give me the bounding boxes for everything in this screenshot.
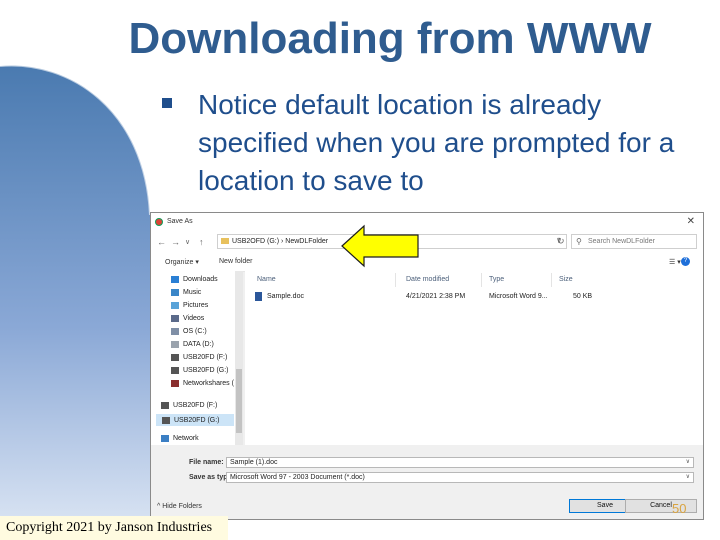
search-box[interactable]: ⚲ Search NewDLFolder [571, 234, 697, 249]
sidebar-item-usb-f-root[interactable]: USB20FD (F:) [161, 399, 217, 411]
bullet-text: Notice default location is already speci… [198, 89, 675, 196]
sidebar-item-networkshares[interactable]: Networkshares ( [171, 377, 234, 389]
folder-icon [221, 238, 229, 244]
file-name-value: Sample (1).doc [230, 459, 278, 466]
network-drive-icon [171, 379, 179, 387]
save-type-value: Microsoft Word 97 - 2003 Document (*.doc… [230, 474, 365, 481]
save-as-dialog: Save As ✕ ← → ∨ ↑ USB2OFD (G:) › NewDLFo… [150, 212, 704, 520]
sidebar-item-label: Networkshares ( [183, 379, 234, 387]
hide-folders-button[interactable]: ^ Hide Folders [157, 503, 202, 510]
sidebar-item-label: DATA (D:) [183, 340, 214, 348]
music-icon [171, 288, 179, 296]
sidebar-scrollbar[interactable] [235, 271, 243, 445]
back-arrow-icon[interactable]: ← [157, 237, 166, 247]
network-icon [161, 434, 169, 442]
copyright-footer: Copyright 2021 by Janson Industries [0, 516, 228, 540]
help-icon[interactable]: ? [681, 257, 690, 266]
sidebar-item-usb-g[interactable]: USB20FD (G:) [171, 364, 229, 376]
file-row[interactable]: Sample.doc 4/21/2021 2:38 PM Microsoft W… [251, 291, 593, 303]
sidebar-item-label: Pictures [183, 301, 209, 309]
column-divider [481, 273, 482, 287]
sidebar-item-usb-f[interactable]: USB20FD (F:) [171, 351, 227, 363]
forward-arrow-icon[interactable]: → [171, 237, 180, 247]
view-options-icon[interactable]: ☰ ▾ [669, 258, 681, 266]
dialog-footer: File name: Sample (1).doc ∨ Save as type… [151, 445, 703, 519]
chevron-down-icon[interactable]: ∨ [686, 458, 690, 465]
sidebar-item-label: Music [183, 288, 202, 296]
column-divider [551, 273, 552, 287]
chevron-down-icon[interactable]: ∨ [686, 473, 690, 480]
dialog-title: Save As [167, 218, 193, 225]
scrollbar-thumb[interactable] [236, 369, 242, 433]
close-icon[interactable]: ✕ [687, 216, 695, 227]
sidebar-item-data-d[interactable]: DATA (D:) [171, 338, 214, 350]
column-header-size[interactable]: Size [559, 276, 573, 283]
search-placeholder: Search NewDLFolder [588, 238, 655, 245]
sidebar-item-label: USB20FD (G:) [174, 416, 220, 424]
square-bullet-icon [162, 98, 172, 108]
column-header-date[interactable]: Date modified [406, 276, 449, 283]
usb-icon [171, 366, 179, 374]
usb-icon [161, 401, 169, 409]
file-name-label: File name: [189, 459, 224, 466]
column-divider [395, 273, 396, 287]
file-list: Name Date modified Type Size Sample.doc … [245, 271, 703, 445]
usb-icon [171, 353, 179, 361]
sidebar-item-pictures[interactable]: Pictures [171, 299, 208, 311]
pictures-icon [171, 301, 179, 309]
recent-chevron-down-icon[interactable]: ∨ [185, 238, 190, 246]
left-arrow-callout-icon [341, 224, 419, 268]
sidebar-item-label: Network [173, 434, 199, 442]
new-folder-button[interactable]: New folder [219, 258, 252, 265]
hide-folders-label: Hide Folders [162, 503, 202, 510]
column-header-name[interactable]: Name [257, 276, 276, 283]
refresh-icon[interactable]: ↻ [557, 236, 565, 247]
word-document-icon [255, 292, 262, 301]
sidebar-item-label: USB20FD (G:) [183, 366, 229, 374]
file-date: 4/21/2021 2:38 PM [406, 293, 466, 300]
search-icon: ⚲ [576, 237, 582, 246]
sidebar-item-os-c[interactable]: OS (C:) [171, 325, 207, 337]
file-name-input[interactable]: Sample (1).doc ∨ [226, 457, 694, 468]
drive-icon [171, 340, 179, 348]
slide-title: Downloading from WWW [128, 14, 652, 63]
bullet-point: Notice default location is already speci… [162, 86, 696, 200]
sidebar-item-videos[interactable]: Videos [171, 312, 204, 324]
sidebar-item-label: Downloads [183, 275, 218, 283]
drive-icon [171, 327, 179, 335]
file-size: 50 KB [573, 293, 593, 300]
download-icon [171, 275, 179, 283]
usb-icon [162, 416, 170, 424]
sidebar-item-label: OS (C:) [183, 327, 207, 335]
sidebar-item-downloads[interactable]: Downloads [171, 273, 218, 285]
column-header-type[interactable]: Type [489, 276, 504, 283]
sidebar-item-label: Videos [183, 314, 205, 322]
sidebar-item-label: USB20FD (F:) [183, 353, 228, 361]
navigation-bar: ← → ∨ ↑ USB2OFD (G:) › NewDLFolder ∨ ↻ ⚲… [151, 231, 703, 253]
file-type: Microsoft Word 9... [489, 293, 548, 300]
address-path: USB2OFD (G:) › NewDLFolder [232, 238, 329, 245]
save-type-select[interactable]: Microsoft Word 97 - 2003 Document (*.doc… [226, 472, 694, 483]
dialog-toolbar: Organize ▾ New folder ☰ ▾ ? [151, 253, 703, 272]
videos-icon [171, 314, 179, 322]
sidebar-item-music[interactable]: Music [171, 286, 201, 298]
sidebar-item-usb-g-root[interactable]: USB20FD (G:) [156, 414, 234, 426]
navigation-pane: Downloads Music Pictures Videos OS (C:) … [151, 271, 243, 445]
file-name: Sample.doc [267, 293, 304, 300]
up-arrow-icon[interactable]: ↑ [199, 237, 204, 247]
sidebar-item-label: USB20FD (F:) [173, 401, 218, 409]
page-number: 50 [672, 501, 687, 516]
dialog-titlebar: Save As ✕ [151, 213, 703, 231]
sidebar-item-network[interactable]: Network [161, 432, 199, 444]
chrome-icon [155, 218, 163, 226]
organize-button[interactable]: Organize ▾ [165, 258, 199, 266]
